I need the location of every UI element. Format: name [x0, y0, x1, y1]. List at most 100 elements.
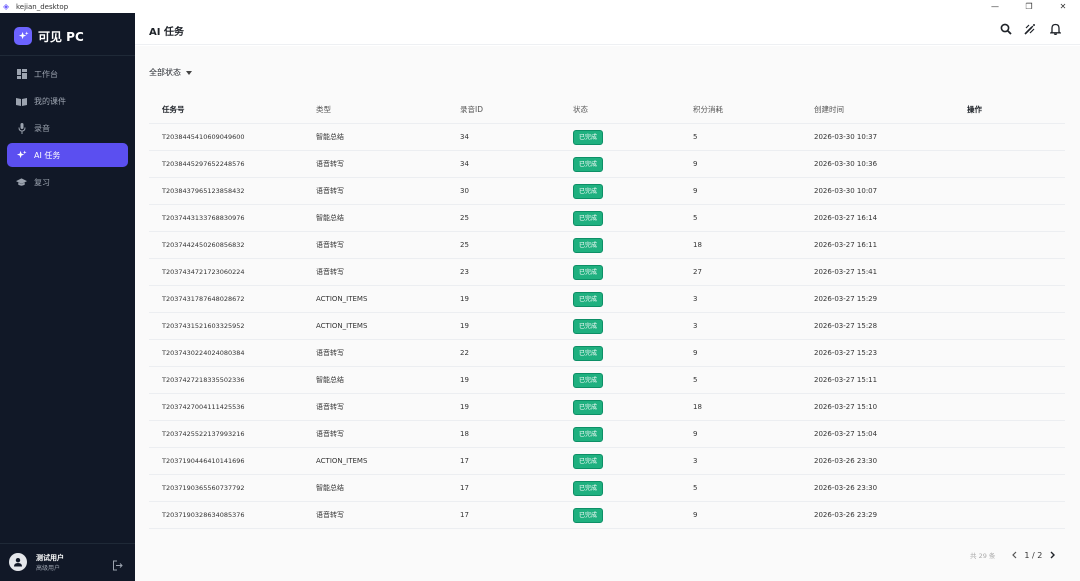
user-profile: 测试用户 高级用户 — [0, 543, 135, 581]
points-cell: 3 — [693, 457, 698, 465]
task-type-cell: 语音转写 — [316, 430, 344, 438]
table-row[interactable]: T2037190328634085376 语音转写 17 已完成 9 2026-03-26… — [149, 502, 1065, 529]
points-cell: 9 — [693, 349, 698, 357]
graduation-cap-icon — [16, 177, 27, 188]
created-time-cell: 2026-03-27 16:14 — [814, 214, 878, 222]
recording-id-cell: 19 — [460, 322, 469, 330]
avatar[interactable] — [9, 553, 27, 571]
column-header-task-id[interactable]: 任务号 — [149, 104, 316, 115]
table-row[interactable]: T2037190365560737792 智能总结 17 已完成 5 2026-03-26… — [149, 475, 1065, 502]
points-cell: 27 — [693, 268, 702, 276]
task-id-cell: T2037431787648028672 — [162, 295, 245, 303]
points-cell: 9 — [693, 511, 698, 519]
status-cell: 已完成 — [573, 399, 693, 415]
status-badge: 已完成 — [573, 480, 604, 496]
bell-icon[interactable] — [1048, 22, 1062, 36]
status-cell: 已完成 — [573, 264, 693, 280]
task-id-cell: T2037442450260856832 — [162, 241, 245, 249]
status-badge: 已完成 — [573, 426, 604, 442]
status-cell: 已完成 — [573, 210, 693, 226]
sidebar-item-label: 复习 — [34, 177, 50, 187]
created-time-cell: 2026-03-26 23:29 — [814, 511, 878, 519]
task-id-cell: T2037443133768830976 — [162, 214, 245, 222]
sidebar-nav: 工作台 我的课件 录音 AI 任务 复习 — [7, 62, 128, 197]
created-time-cell: 2026-03-27 15:04 — [814, 430, 878, 438]
main-content: 全部状态 任务号 类型 录音ID 状态 积分消耗 创建时间 操作 T203844… — [135, 46, 1080, 581]
previous-page-icon[interactable] — [1009, 550, 1019, 560]
task-id-cell: T2037190328634085376 — [162, 511, 245, 519]
recording-id-cell: 23 — [460, 268, 469, 276]
status-badge: 已完成 — [573, 291, 604, 307]
brand-logo-icon — [14, 27, 32, 45]
sidebar-item-review[interactable]: 复习 — [7, 170, 128, 194]
status-cell: 已完成 — [573, 345, 693, 361]
created-time-cell: 2026-03-26 23:30 — [814, 484, 878, 492]
recording-id-cell: 17 — [460, 484, 469, 492]
sidebar-item-label: 录音 — [34, 123, 50, 133]
task-type-cell: 智能总结 — [316, 484, 344, 492]
table-row[interactable]: T2037431787648028672 ACTION_ITEMS 19 已完成 3 20… — [149, 286, 1065, 313]
points-cell: 5 — [693, 214, 698, 222]
table-row[interactable]: T2037430224024080384 语音转写 22 已完成 9 2026-03-27… — [149, 340, 1065, 367]
microphone-icon — [16, 122, 27, 134]
status-filter-dropdown[interactable]: 全部状态 — [149, 67, 192, 78]
table-row[interactable]: T2038445410609049600 智能总结 34 已完成 5 2026-03-30… — [149, 124, 1065, 151]
recording-id-cell: 17 — [460, 511, 469, 519]
table-row[interactable]: T2038445297652248576 语音转写 34 已完成 9 2026-03-30… — [149, 151, 1065, 178]
search-icon[interactable] — [999, 22, 1013, 36]
table-row[interactable]: T2037190446410141696 ACTION_ITEMS 17 已完成 3 20… — [149, 448, 1065, 475]
points-cell: 5 — [693, 376, 698, 384]
sidebar-item-courseware[interactable]: 我的课件 — [7, 89, 128, 113]
created-time-cell: 2026-03-27 16:11 — [814, 241, 878, 249]
logout-icon[interactable] — [112, 556, 124, 571]
brand: 可见 PC — [14, 27, 84, 45]
column-header-points[interactable]: 积分消耗 — [693, 104, 814, 115]
minimize-icon[interactable]: — — [978, 0, 1012, 13]
points-cell: 5 — [693, 133, 698, 141]
sidebar-item-recording[interactable]: 录音 — [7, 116, 128, 140]
sidebar-item-ai-tasks[interactable]: AI 任务 — [7, 143, 128, 167]
task-id-cell: T2037190365560737792 — [162, 484, 245, 492]
page-title: AI 任务 — [149, 27, 184, 38]
column-header-recording-id[interactable]: 录音ID — [460, 104, 573, 115]
task-type-cell: ACTION_ITEMS — [316, 322, 368, 330]
recording-id-cell: 19 — [460, 376, 469, 384]
close-icon[interactable]: ✕ — [1046, 0, 1080, 13]
table-row[interactable]: T2037427218335502336 智能总结 19 已完成 5 2026-03-27… — [149, 367, 1065, 394]
sidebar-item-label: AI 任务 — [34, 150, 61, 160]
column-header-type[interactable]: 类型 — [316, 104, 460, 115]
table-row[interactable]: T2038437965123858432 语音转写 30 已完成 9 2026-03-30… — [149, 178, 1065, 205]
column-header-actions: 操作 — [967, 105, 982, 114]
user-name: 测试用户 — [36, 554, 64, 562]
task-id-cell: T2038445410609049600 — [162, 133, 245, 141]
table-row[interactable]: T2037442450260856832 语音转写 25 已完成 18 2026-03-2… — [149, 232, 1065, 259]
status-badge: 已完成 — [573, 129, 604, 145]
task-id-cell: T2038437965123858432 — [162, 187, 245, 195]
task-type-cell: 智能总结 — [316, 214, 344, 222]
status-badge: 已完成 — [573, 210, 604, 226]
column-header-created-time[interactable]: 创建时间 — [814, 104, 967, 115]
status-cell: 已完成 — [573, 129, 693, 145]
status-badge: 已完成 — [573, 399, 604, 415]
magic-wand-icon[interactable] — [1023, 22, 1037, 36]
next-page-icon[interactable] — [1047, 550, 1057, 560]
task-type-cell: 智能总结 — [316, 376, 344, 384]
created-time-cell: 2026-03-27 15:10 — [814, 403, 878, 411]
table-row[interactable]: T2037443133768830976 智能总结 25 已完成 5 2026-03-27… — [149, 205, 1065, 232]
dashboard-icon — [16, 69, 27, 80]
table-row[interactable]: T2037425522137993216 语音转写 18 已完成 9 2026-03-27… — [149, 421, 1065, 448]
sidebar-item-workbench[interactable]: 工作台 — [7, 62, 128, 86]
column-header-status[interactable]: 状态 — [573, 104, 693, 115]
task-type-cell: 语音转写 — [316, 403, 344, 411]
status-badge: 已完成 — [573, 156, 604, 172]
task-id-cell: T2037434721723060224 — [162, 268, 245, 276]
restore-icon[interactable]: ❐ — [1012, 0, 1046, 13]
recording-id-cell: 34 — [460, 160, 469, 168]
task-id-cell: T2037425522137993216 — [162, 430, 245, 438]
table-row[interactable]: T2037434721723060224 语音转写 23 已完成 27 2026-03-2… — [149, 259, 1065, 286]
table-row[interactable]: T2037431521603325952 ACTION_ITEMS 19 已完成 3 20… — [149, 313, 1065, 340]
status-cell: 已完成 — [573, 426, 693, 442]
task-id-cell: T2037190446410141696 — [162, 457, 245, 465]
recording-id-cell: 19 — [460, 403, 469, 411]
table-row[interactable]: T2037427004111425536 语音转写 19 已完成 18 2026-03-2… — [149, 394, 1065, 421]
